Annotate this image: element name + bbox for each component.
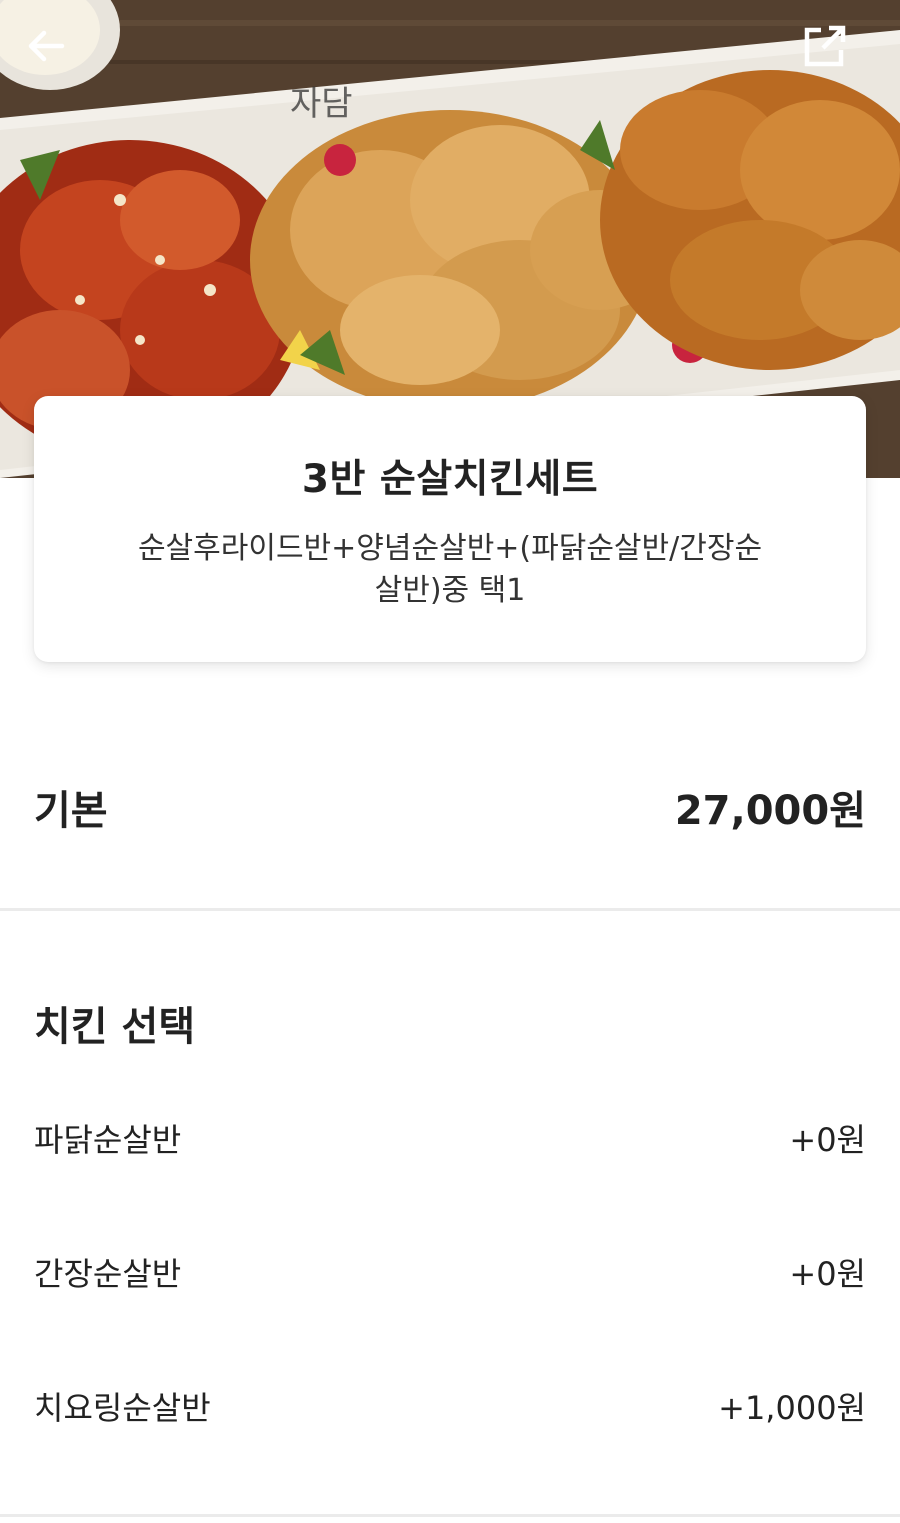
option-name: 치요링순살반 (34, 1389, 211, 1427)
share-button[interactable] (803, 24, 875, 96)
section-divider (0, 1514, 900, 1517)
base-price-row: 기본 27,000원 (34, 772, 866, 842)
base-price-label: 기본 (34, 788, 108, 834)
option-price: +0원 (789, 1121, 866, 1159)
section-divider (0, 908, 900, 911)
option-item[interactable]: 치요링순살반 +1,000원 (34, 1378, 866, 1434)
arrow-left-icon (28, 30, 65, 62)
option-item[interactable]: 파닭순살반 +0원 (34, 1110, 866, 1166)
menu-info-card: 3반 순살치킨세트 순살후라이드반+양념순살반+(파닭순살반/간장순살반)중 택… (34, 396, 866, 662)
option-price: +1,000원 (718, 1389, 866, 1427)
option-name: 간장순살반 (34, 1255, 182, 1293)
option-name: 파닭순살반 (34, 1121, 182, 1159)
menu-title: 3반 순살치킨세트 (301, 457, 599, 502)
svg-text:자담: 자담 (290, 84, 353, 124)
base-price-value: 27,000원 (674, 788, 866, 834)
option-group-title: 치킨 선택 (34, 1004, 196, 1050)
option-price: +0원 (789, 1255, 866, 1293)
menu-description: 순살후라이드반+양념순살반+(파닭순살반/간장순살반)중 택1 (137, 531, 763, 608)
external-share-icon (804, 25, 846, 67)
back-button[interactable] (24, 24, 96, 96)
option-item[interactable]: 간장순살반 +0원 (34, 1244, 866, 1300)
